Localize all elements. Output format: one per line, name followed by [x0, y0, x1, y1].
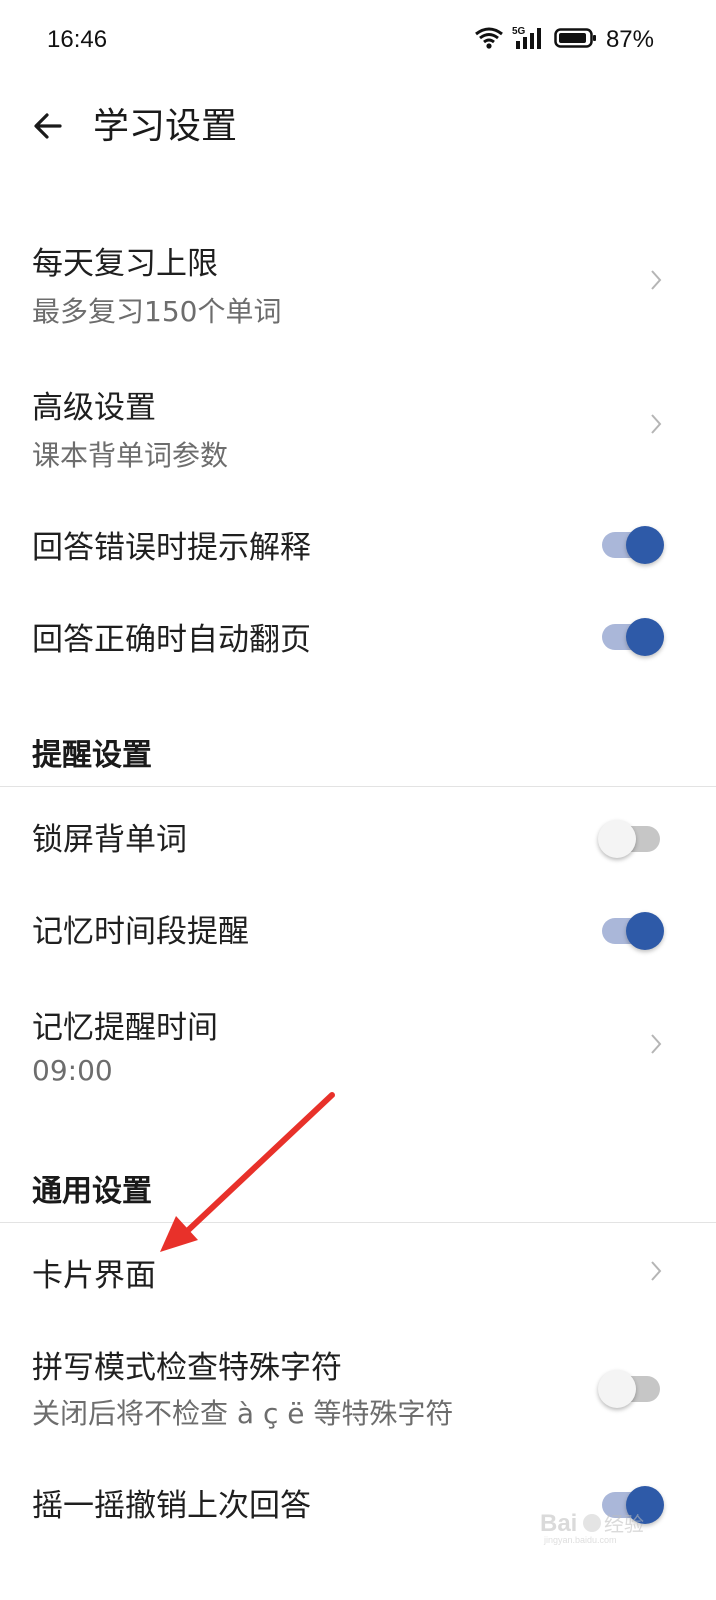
- spelling-check-title: 拼写模式检查特殊字符: [32, 1350, 342, 1386]
- memory-reminder-toggle[interactable]: [598, 904, 664, 950]
- chevron-right-icon: [651, 270, 662, 290]
- svg-text:Bai: Bai: [540, 1510, 577, 1537]
- status-icons: 5G 87%: [474, 24, 654, 56]
- page-title: 学习设置: [93, 106, 238, 147]
- reminder-time-row[interactable]: 记忆提醒时间 09:00: [0, 984, 716, 1112]
- clipped-previous-row: [0, 166, 716, 190]
- review-limit-title: 每天复习上限: [32, 246, 218, 282]
- card-interface-title: 卡片界面: [32, 1258, 156, 1294]
- memory-reminder-title: 记忆时间段提醒: [32, 914, 249, 950]
- chevron-right-icon: [651, 1261, 662, 1281]
- section-divider: [0, 786, 716, 787]
- card-interface-row[interactable]: 卡片界面: [0, 1228, 716, 1314]
- section-header-general: 通用设置: [32, 1174, 152, 1209]
- review-limit-row[interactable]: 每天复习上限 最多复习150个单词: [0, 220, 716, 350]
- cellular-5g-icon: 5G: [512, 25, 546, 55]
- explain-on-wrong-title: 回答错误时提示解释: [32, 530, 311, 566]
- status-bar: 16:46 5G 87%: [0, 0, 716, 80]
- explain-on-wrong-toggle[interactable]: [598, 518, 664, 564]
- lockscreen-words-row[interactable]: 锁屏背单词: [0, 792, 716, 878]
- auto-flip-row[interactable]: 回答正确时自动翻页: [0, 592, 716, 678]
- chevron-right-icon: [651, 1034, 662, 1054]
- battery-icon: [554, 26, 598, 54]
- advanced-settings-subtitle: 课本背单词参数: [32, 439, 229, 472]
- review-limit-subtitle: 最多复习150个单词: [32, 295, 282, 328]
- baidu-watermark-logo: Bai 经验 jingyan.baidu.com: [540, 1510, 644, 1545]
- reminder-time-title: 记忆提醒时间: [32, 1010, 218, 1046]
- auto-flip-title: 回答正确时自动翻页: [32, 622, 311, 658]
- back-arrow-icon: [34, 113, 62, 139]
- spelling-check-subtitle: 关闭后将不检查 à ç ë 等特殊字符: [32, 1397, 454, 1430]
- advanced-settings-title: 高级设置: [32, 390, 156, 426]
- section-header-reminder: 提醒设置: [32, 738, 152, 773]
- lockscreen-words-toggle[interactable]: [598, 812, 664, 858]
- memory-reminder-row[interactable]: 记忆时间段提醒: [0, 884, 716, 970]
- advanced-settings-row[interactable]: 高级设置 课本背单词参数: [0, 364, 716, 494]
- section-divider: [0, 1222, 716, 1223]
- reminder-time-value: 09:00: [32, 1054, 113, 1087]
- status-time: 16:46: [47, 26, 108, 53]
- shake-undo-title: 摇一摇撤销上次回答: [32, 1488, 311, 1524]
- app-bar: 学习设置: [0, 90, 716, 166]
- battery-percentage: 87%: [605, 26, 654, 53]
- spelling-check-row[interactable]: 拼写模式检查特殊字符 关闭后将不检查 à ç ë 等特殊字符: [0, 1330, 716, 1448]
- spelling-check-toggle[interactable]: [598, 1362, 664, 1408]
- network-type-label: 5G: [512, 26, 526, 37]
- chevron-right-icon: [651, 414, 662, 434]
- svg-text:经验: 经验: [604, 1513, 644, 1536]
- auto-flip-toggle[interactable]: [598, 610, 664, 656]
- wifi-icon: [474, 26, 504, 54]
- svg-text:jingyan.baidu.com: jingyan.baidu.com: [543, 1535, 617, 1545]
- lockscreen-words-title: 锁屏背单词: [32, 822, 187, 858]
- explain-on-wrong-row[interactable]: 回答错误时提示解释: [0, 500, 716, 586]
- back-button[interactable]: [24, 102, 72, 150]
